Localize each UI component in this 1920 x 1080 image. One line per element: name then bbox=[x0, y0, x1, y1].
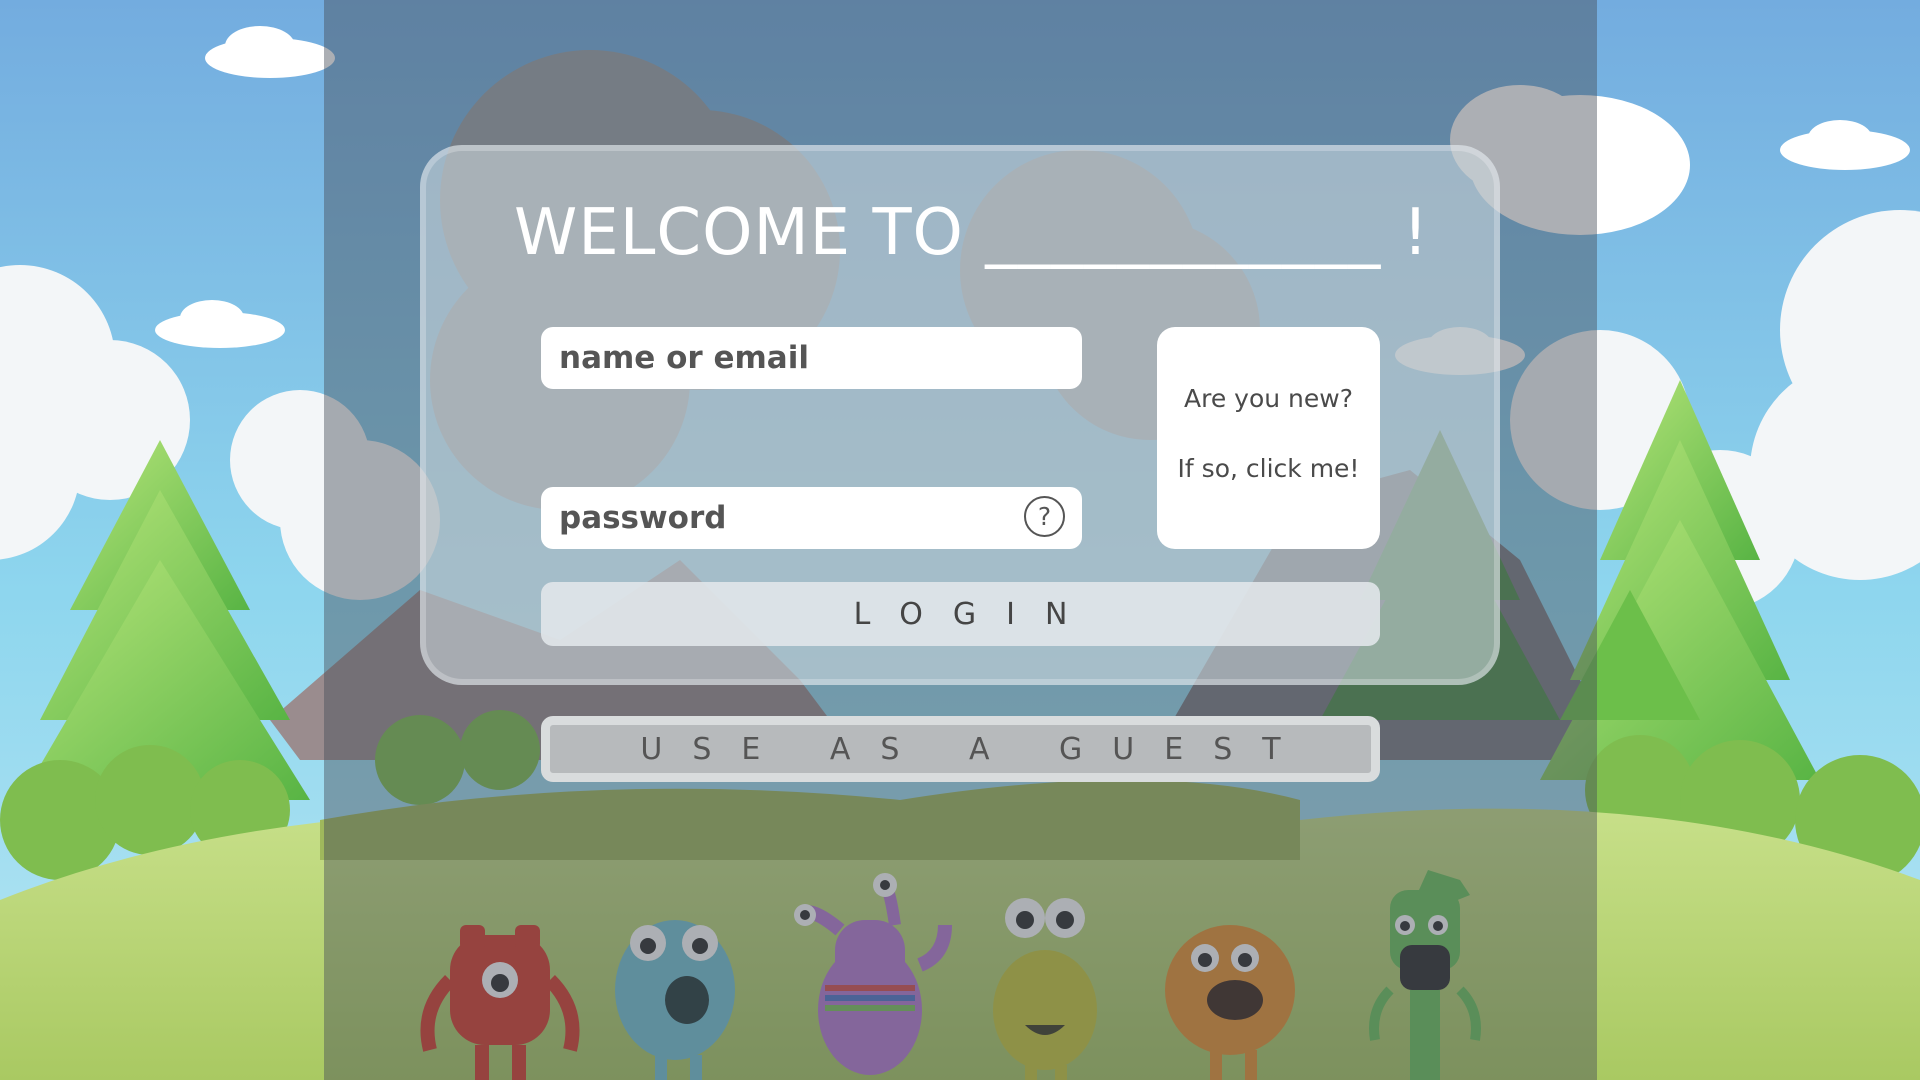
login-button[interactable]: LOGIN bbox=[541, 582, 1380, 646]
page-title: WELCOME TO ____________ ! bbox=[514, 196, 1430, 270]
new-user-signup-button[interactable]: Are you new? If so, click me! bbox=[1157, 327, 1380, 549]
signup-instruction: If so, click me! bbox=[1177, 454, 1360, 483]
signup-question: Are you new? bbox=[1184, 384, 1353, 413]
username-field[interactable] bbox=[541, 327, 1082, 389]
question-mark-icon[interactable]: ? bbox=[1024, 496, 1065, 537]
guest-button[interactable]: USE AS A GUEST bbox=[541, 716, 1380, 782]
password-field[interactable] bbox=[541, 487, 1082, 549]
